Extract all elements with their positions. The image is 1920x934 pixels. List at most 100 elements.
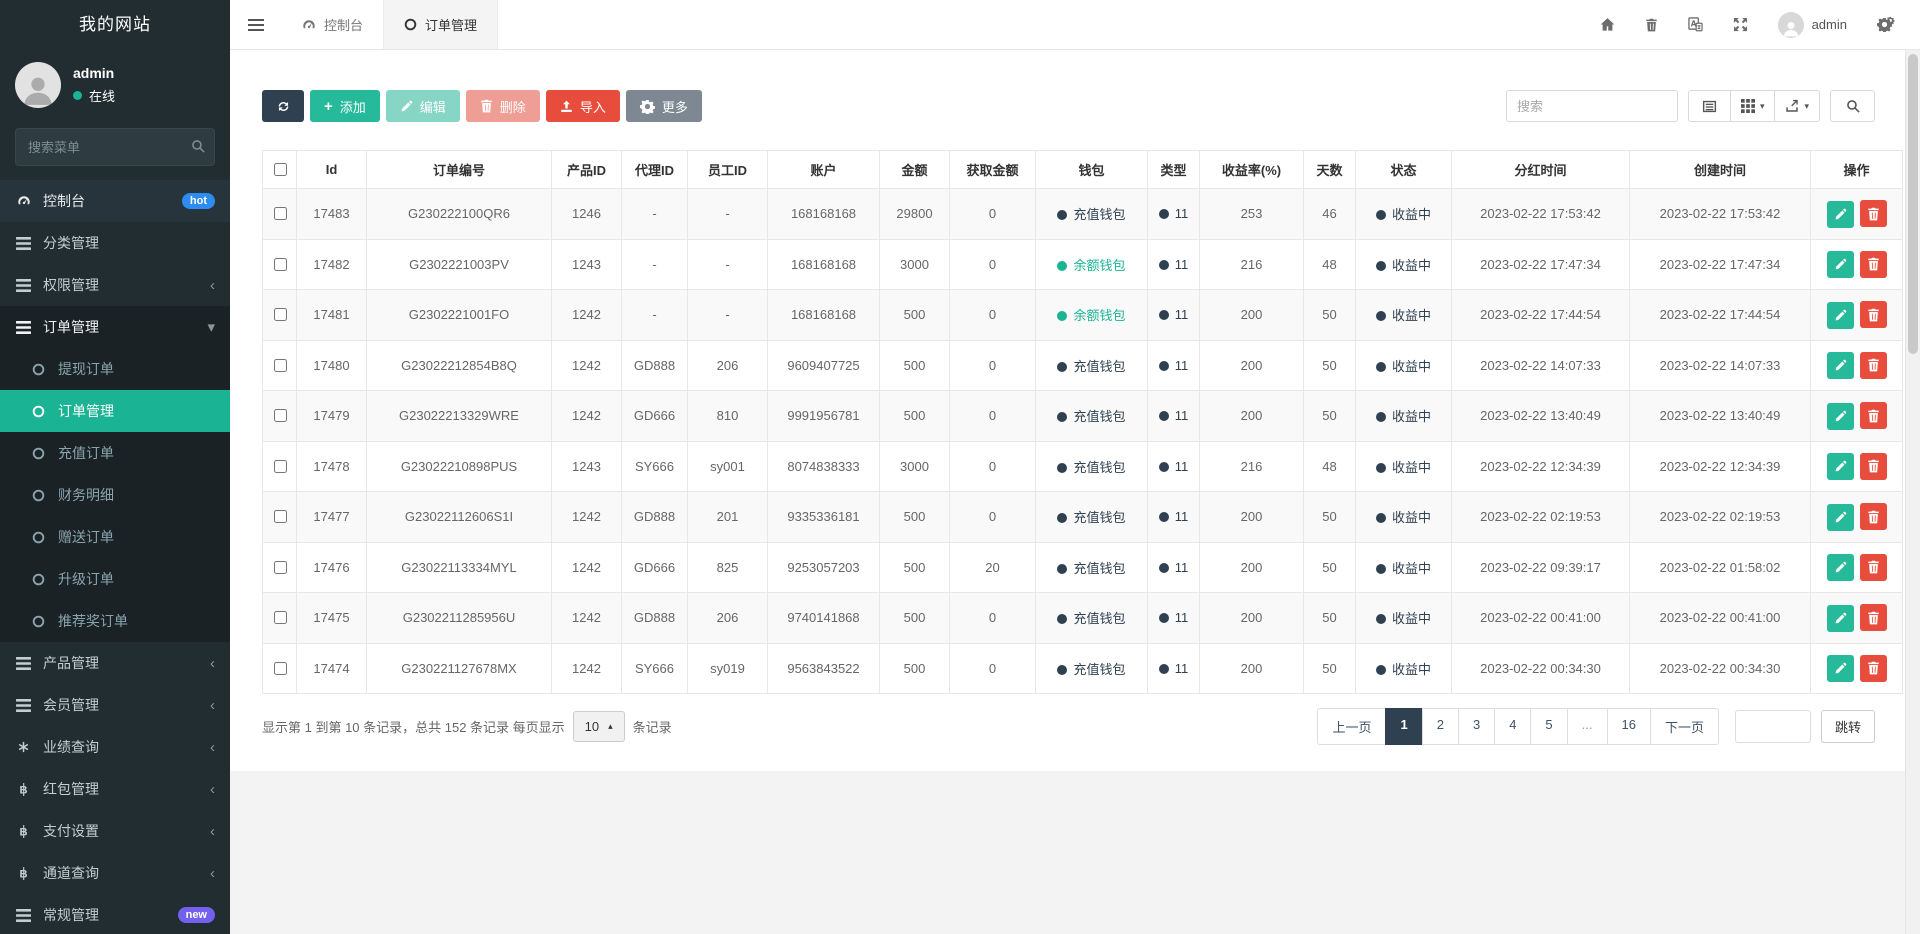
row-edit-button[interactable] [1827, 655, 1854, 682]
select-all-checkbox[interactable] [274, 163, 287, 176]
cell-staff_id: 206 [688, 340, 768, 391]
tab-inactive[interactable]: 控制台 [282, 0, 383, 49]
scrollbar-thumb[interactable] [1908, 54, 1918, 354]
sidebar-subitem[interactable]: 赠送订单 [0, 516, 230, 558]
user-name: admin [73, 65, 115, 81]
scrollbar[interactable] [1905, 50, 1920, 934]
cell-product_id: 1242 [552, 593, 622, 644]
cell-id: 17478 [297, 441, 367, 492]
row-edit-button[interactable] [1827, 504, 1854, 531]
row-edit-button[interactable] [1827, 302, 1854, 329]
row-edit-button[interactable] [1827, 554, 1854, 581]
row-checkbox[interactable] [274, 359, 287, 372]
edit-button[interactable]: 编辑 [386, 90, 460, 122]
row-edit-button[interactable] [1827, 605, 1854, 632]
row-delete-button[interactable] [1860, 200, 1887, 227]
row-edit-button[interactable] [1827, 403, 1854, 430]
cell-actions [1811, 391, 1903, 442]
cell-status: 收益中 [1356, 290, 1452, 341]
table-search-input[interactable] [1506, 90, 1678, 122]
pagination-page-16[interactable]: 16 [1607, 708, 1651, 745]
cell-actions [1811, 542, 1903, 593]
row-checkbox[interactable] [274, 258, 287, 271]
export-button[interactable]: ▾ [1774, 90, 1820, 122]
row-delete-button[interactable] [1860, 554, 1887, 581]
home-icon[interactable] [1600, 17, 1615, 32]
user-menu[interactable]: admin [1778, 12, 1847, 38]
pagination-page-1[interactable]: 1 [1385, 708, 1422, 745]
more-button[interactable]: 更多 [626, 90, 702, 122]
sidebar-subitem[interactable]: 提现订单 [0, 348, 230, 390]
sidebar-item[interactable]: 权限管理‹ [0, 264, 230, 306]
sidebar-item[interactable]: 分类管理 [0, 222, 230, 264]
detail-view-button[interactable] [1688, 90, 1731, 122]
row-edit-button[interactable] [1827, 251, 1854, 278]
row-checkbox[interactable] [274, 611, 287, 624]
menu-search-input[interactable] [15, 128, 215, 166]
sidebar-item[interactable]: B红包管理‹ [0, 768, 230, 810]
row-delete-button[interactable] [1860, 251, 1887, 278]
row-edit-button[interactable] [1827, 352, 1854, 379]
cell-staff_id: 810 [688, 391, 768, 442]
sidebar-item[interactable]: 常规管理new [0, 894, 230, 934]
pagination-next[interactable]: 下一页 [1650, 708, 1719, 745]
sidebar-subitem[interactable]: 订单管理 [0, 390, 230, 432]
columns-button[interactable]: ▾ [1730, 90, 1776, 122]
sidebar-item[interactable]: B支付设置‹ [0, 810, 230, 852]
sidebar-toggle-button[interactable] [230, 0, 282, 49]
settings-gears-icon[interactable] [1877, 17, 1892, 32]
sidebar-item[interactable]: 业绩查询‹ [0, 726, 230, 768]
cell-rate: 200 [1200, 643, 1304, 694]
sidebar-subitem[interactable]: 推荐奖订单 [0, 600, 230, 642]
page-size-select[interactable]: 10 ▴ [573, 711, 625, 742]
sidebar-subitem[interactable]: 充值订单 [0, 432, 230, 474]
cell-rate: 200 [1200, 492, 1304, 543]
delete-button[interactable]: 删除 [466, 90, 540, 122]
row-delete-button[interactable] [1860, 604, 1887, 631]
row-delete-button[interactable] [1860, 453, 1887, 480]
row-checkbox[interactable] [274, 561, 287, 574]
row-delete-button[interactable] [1860, 503, 1887, 530]
row-edit-button[interactable] [1827, 201, 1854, 228]
page-jump-button[interactable]: 跳转 [1821, 710, 1875, 743]
search-button[interactable] [1830, 90, 1875, 122]
translate-icon[interactable] [1688, 17, 1703, 32]
import-button[interactable]: 导入 [546, 90, 620, 122]
sidebar-item[interactable]: B通道查询‹ [0, 852, 230, 894]
trash-icon[interactable] [1645, 18, 1658, 32]
type-dot-icon [1159, 512, 1169, 522]
pencil-icon [1834, 208, 1847, 221]
pagination-page-5[interactable]: 5 [1530, 708, 1567, 745]
pagination-prev[interactable]: 上一页 [1317, 708, 1386, 745]
row-delete-button[interactable] [1860, 402, 1887, 429]
svg-text:B: B [19, 826, 27, 837]
pagination-page-3[interactable]: 3 [1458, 708, 1495, 745]
sidebar-item[interactable]: 控制台hot [0, 180, 230, 222]
row-delete-button[interactable] [1860, 301, 1887, 328]
row-checkbox[interactable] [274, 662, 287, 675]
cell-type: 11 [1148, 189, 1200, 240]
row-checkbox[interactable] [274, 460, 287, 473]
row-checkbox[interactable] [274, 308, 287, 321]
pagination-page-4[interactable]: 4 [1494, 708, 1531, 745]
sidebar-subitem[interactable]: 升级订单 [0, 558, 230, 600]
sidebar-subitem[interactable]: 财务明细 [0, 474, 230, 516]
row-delete-button[interactable] [1860, 352, 1887, 379]
row-checkbox[interactable] [274, 207, 287, 220]
sidebar-item[interactable]: 产品管理‹ [0, 642, 230, 684]
cell-agent_id: - [622, 239, 688, 290]
export-icon [1785, 99, 1799, 113]
tab-active[interactable]: 订单管理 [383, 0, 498, 49]
sidebar-item[interactable]: 会员管理‹ [0, 684, 230, 726]
page-jump-input[interactable] [1735, 710, 1811, 743]
add-button[interactable]: +添加 [310, 90, 380, 122]
cell-order_no: G2302211285956U [367, 593, 552, 644]
row-checkbox[interactable] [274, 510, 287, 523]
row-delete-button[interactable] [1860, 655, 1887, 682]
fullscreen-icon[interactable] [1733, 17, 1748, 32]
sidebar-item[interactable]: 订单管理▾ [0, 306, 230, 348]
row-edit-button[interactable] [1827, 453, 1854, 480]
pagination-page-2[interactable]: 2 [1422, 708, 1459, 745]
refresh-button[interactable] [262, 90, 304, 122]
row-checkbox[interactable] [274, 409, 287, 422]
